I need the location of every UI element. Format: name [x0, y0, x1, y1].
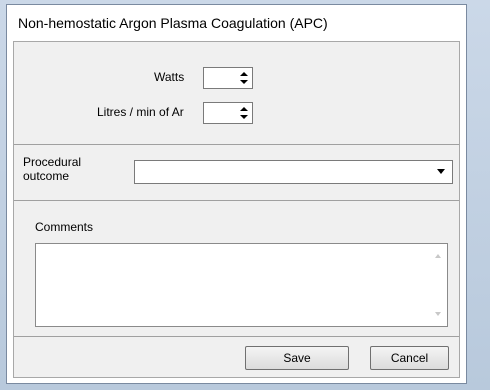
spin-up-icon[interactable] — [240, 107, 248, 111]
watts-spinner[interactable] — [203, 67, 253, 89]
comments-panel: Comments — [14, 201, 459, 337]
comments-scrollbar[interactable] — [430, 244, 447, 326]
scroll-up-icon[interactable] — [435, 254, 441, 258]
spin-down-icon[interactable] — [240, 115, 248, 119]
spin-up-icon[interactable] — [240, 72, 248, 76]
procedural-outcome-select[interactable] — [134, 160, 453, 184]
dialog-title: Non-hemostatic Argon Plasma Coagulation … — [18, 15, 328, 31]
button-bar: Save Cancel — [14, 337, 459, 377]
watts-spin-buttons[interactable] — [236, 68, 252, 88]
outcome-panel: Procedural outcome — [14, 145, 459, 201]
comments-label: Comments — [35, 220, 94, 234]
outcome-label-line1: Procedural — [23, 155, 82, 169]
chevron-down-icon[interactable] — [437, 169, 445, 174]
settings-panel: Watts Litres / min of Ar — [14, 42, 459, 145]
flow-spinner[interactable] — [203, 102, 253, 124]
outcome-label-line2: outcome — [23, 169, 70, 183]
watts-label: Watts — [154, 70, 185, 84]
cancel-button[interactable]: Cancel — [370, 346, 449, 370]
dialog-client-area: Watts Litres / min of Ar Procedural outc… — [13, 41, 460, 378]
comments-textarea[interactable] — [35, 243, 448, 327]
flow-label: Litres / min of Ar — [97, 105, 184, 119]
spin-down-icon[interactable] — [240, 80, 248, 84]
apc-dialog: Non-hemostatic Argon Plasma Coagulation … — [6, 4, 467, 384]
flow-spin-buttons[interactable] — [236, 103, 252, 123]
scroll-down-icon[interactable] — [435, 312, 441, 316]
save-button[interactable]: Save — [245, 346, 349, 370]
